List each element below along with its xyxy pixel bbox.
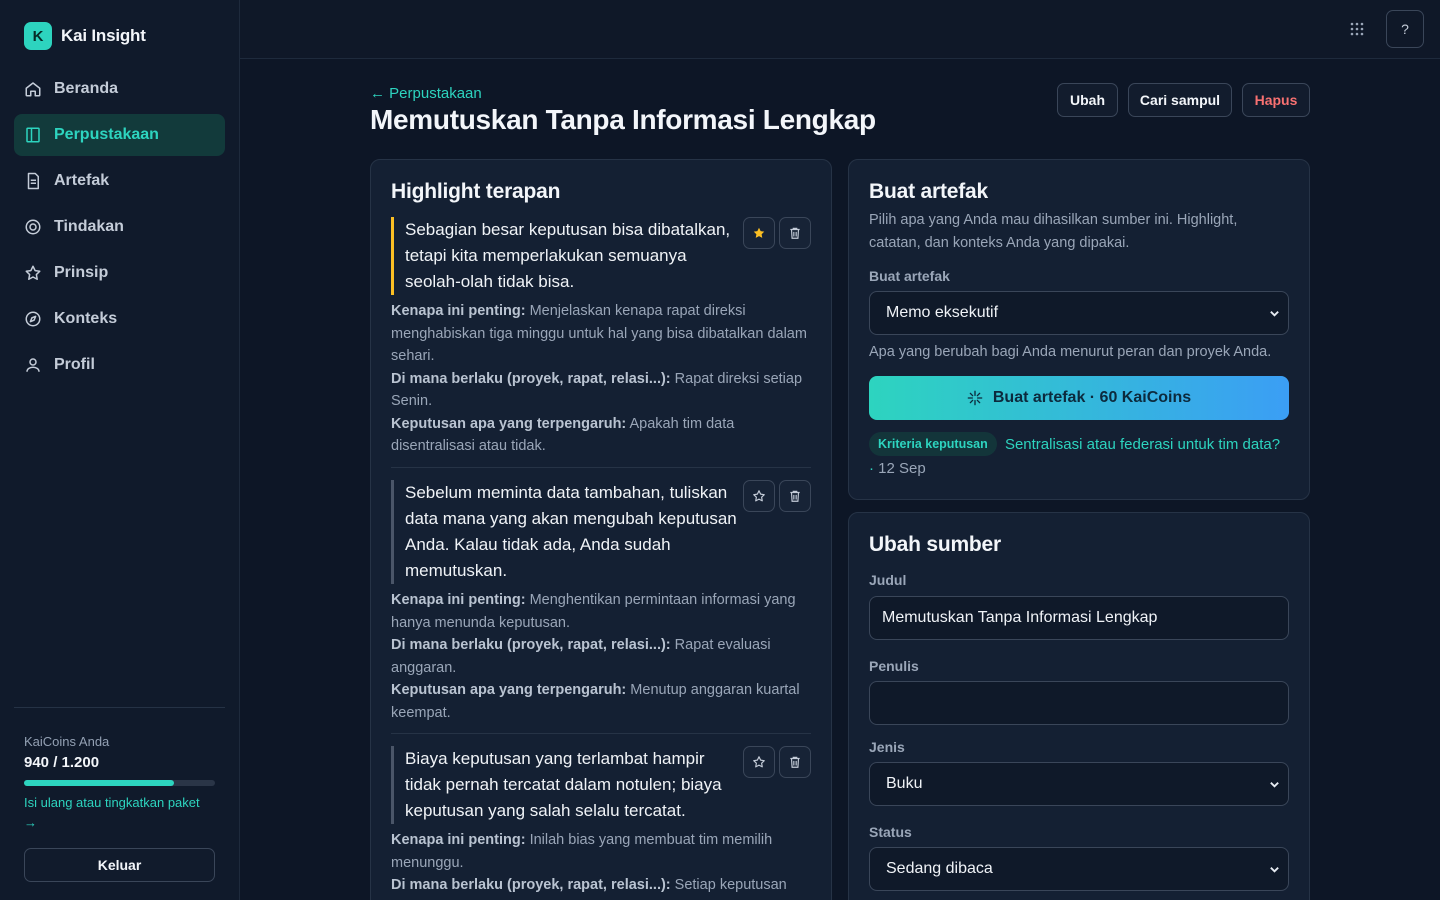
artifact-type-value: Memo eksekutif — [886, 304, 999, 321]
sparkle-icon — [967, 390, 983, 406]
type-label: Jenis — [869, 739, 905, 755]
delete-highlight-button[interactable] — [779, 217, 811, 249]
highlight-divider — [391, 733, 811, 734]
sidebar-item-label: Artefak — [54, 172, 110, 189]
logo-icon: K — [24, 22, 52, 50]
sidebar-item-label: Perpustakaan — [54, 126, 159, 143]
brand[interactable]: K Kai Insight — [24, 22, 146, 50]
trash-icon — [790, 227, 800, 239]
sidebar-item-label: Konteks — [54, 310, 118, 327]
star-button[interactable] — [743, 746, 775, 778]
sidebar-item-artefak[interactable]: Artefak — [14, 160, 225, 202]
create-artifact-card: Buat artefak Pilih apa yang Anda mau dih… — [848, 159, 1310, 500]
title-input[interactable]: Memutuskan Tanpa Informasi Lengkap — [869, 596, 1289, 640]
delete-highlight-button[interactable] — [779, 480, 811, 512]
coins-value: 940 / 1.200 — [24, 754, 100, 771]
star-button[interactable] — [743, 480, 775, 512]
artifact-type-select[interactable]: Memo eksekutif — [869, 291, 1289, 335]
trash-icon — [790, 756, 800, 768]
sidebar-item-tindakan[interactable]: Tindakan — [14, 206, 225, 248]
artifact-hint: Apa yang berubah bagi Anda menurut peran… — [869, 344, 1272, 360]
star-icon — [753, 490, 765, 502]
artifact-tag: Kriteria keputusan — [869, 432, 997, 456]
chevron-down-icon — [1270, 867, 1279, 873]
artifact-type-label: Buat artefak — [869, 268, 950, 284]
sidebar-item-label: Tindakan — [54, 218, 124, 235]
edit-button[interactable]: Ubah — [1057, 83, 1118, 117]
highlight-details: Kenapa ini penting: Inilah bias yang mem… — [391, 832, 787, 893]
star-icon — [25, 265, 41, 280]
target-icon — [25, 219, 41, 235]
create-artifact-label: Buat artefak · 60 KaiCoins — [992, 389, 1192, 406]
highlight-quote: Sebelum meminta data tambahan, tuliskan … — [391, 480, 741, 584]
type-value: Buku — [886, 775, 923, 792]
sidebar-item-beranda[interactable]: Beranda — [14, 68, 225, 110]
find-cover-button[interactable]: Cari sampul — [1128, 83, 1232, 117]
star-button[interactable] — [743, 217, 775, 249]
sidebar-item-perpustakaan[interactable]: Perpustakaan — [14, 114, 225, 156]
highlight-details: Kenapa ini penting: Menghentikan permint… — [391, 592, 800, 721]
highlight-divider — [391, 467, 811, 468]
title-label: Judul — [869, 572, 907, 588]
coins-progress — [24, 780, 215, 786]
highlights-title: Highlight terapan — [391, 180, 561, 203]
page-title: Memutuskan Tanpa Informasi Lengkap — [370, 104, 876, 135]
highlights-card: Highlight terapan Sebagian besar keputus… — [370, 159, 832, 900]
artifact-description: Pilih apa yang Anda mau dihasilkan sumbe… — [869, 212, 1238, 251]
back-link[interactable]: ← Perpustakaan — [370, 85, 482, 102]
topup-link[interactable]: Isi ulang atau tingkatkan paket → — [24, 793, 215, 833]
trash-icon — [790, 490, 800, 502]
delete-button[interactable]: Hapus — [1242, 83, 1310, 117]
sidebar: K Kai Insight Beranda Perpustakaan Artef… — [0, 0, 240, 900]
status-label: Status — [869, 824, 912, 840]
highlight-quote: Biaya keputusan yang terlambat hampir ti… — [391, 746, 741, 824]
sidebar-item-label: Beranda — [54, 80, 119, 97]
edit-source-card: Ubah sumber Judul Memutuskan Tanpa Infor… — [848, 512, 1310, 900]
document-icon — [27, 172, 39, 190]
home-icon — [25, 82, 41, 97]
status-value: Sedang dibaca — [886, 860, 993, 877]
sidebar-item-prinsip[interactable]: Prinsip — [14, 252, 225, 294]
chevron-down-icon — [1270, 782, 1279, 788]
user-icon — [26, 358, 40, 372]
apps-grid-icon[interactable] — [1350, 22, 1364, 36]
sidebar-nav: Beranda Perpustakaan Artefak Tindakan Pr… — [14, 68, 225, 390]
coins-progress-fill — [24, 780, 174, 786]
author-input[interactable] — [869, 681, 1289, 725]
highlight-quote: Sebagian besar keputusan bisa dibatalkan… — [391, 217, 741, 295]
help-button[interactable]: ? — [1386, 10, 1424, 48]
sidebar-item-label: Profil — [54, 356, 95, 373]
app-name: Kai Insight — [61, 26, 146, 45]
recent-artifact-date: 12 Sep — [878, 460, 926, 477]
sidebar-item-label: Prinsip — [54, 264, 109, 281]
highlight-details: Kenapa ini penting: Menjelaskan kenapa r… — [391, 303, 807, 454]
sidebar-item-profil[interactable]: Profil — [14, 344, 225, 386]
create-artifact-button[interactable]: Buat artefak · 60 KaiCoins — [869, 376, 1289, 420]
star-icon — [753, 756, 765, 768]
type-select[interactable]: Buku — [869, 762, 1289, 806]
recent-artifact[interactable]: Kriteria keputusan Sentralisasi atau fed… — [869, 432, 1289, 481]
status-select[interactable]: Sedang dibaca — [869, 847, 1289, 891]
sidebar-item-konteks[interactable]: Konteks — [14, 298, 225, 340]
source-title: Ubah sumber — [869, 533, 1001, 556]
chevron-down-icon — [1270, 311, 1279, 317]
book-icon — [26, 127, 40, 143]
delete-highlight-button[interactable] — [779, 746, 811, 778]
coins-label: KaiCoins Anda — [24, 734, 110, 749]
sidebar-divider — [14, 707, 225, 708]
author-label: Penulis — [869, 658, 919, 674]
artifact-title: Buat artefak — [869, 180, 988, 203]
topbar: ? — [240, 0, 1440, 59]
compass-icon — [25, 311, 41, 327]
star-filled-icon — [753, 227, 765, 238]
logout-button[interactable]: Keluar — [24, 848, 215, 882]
